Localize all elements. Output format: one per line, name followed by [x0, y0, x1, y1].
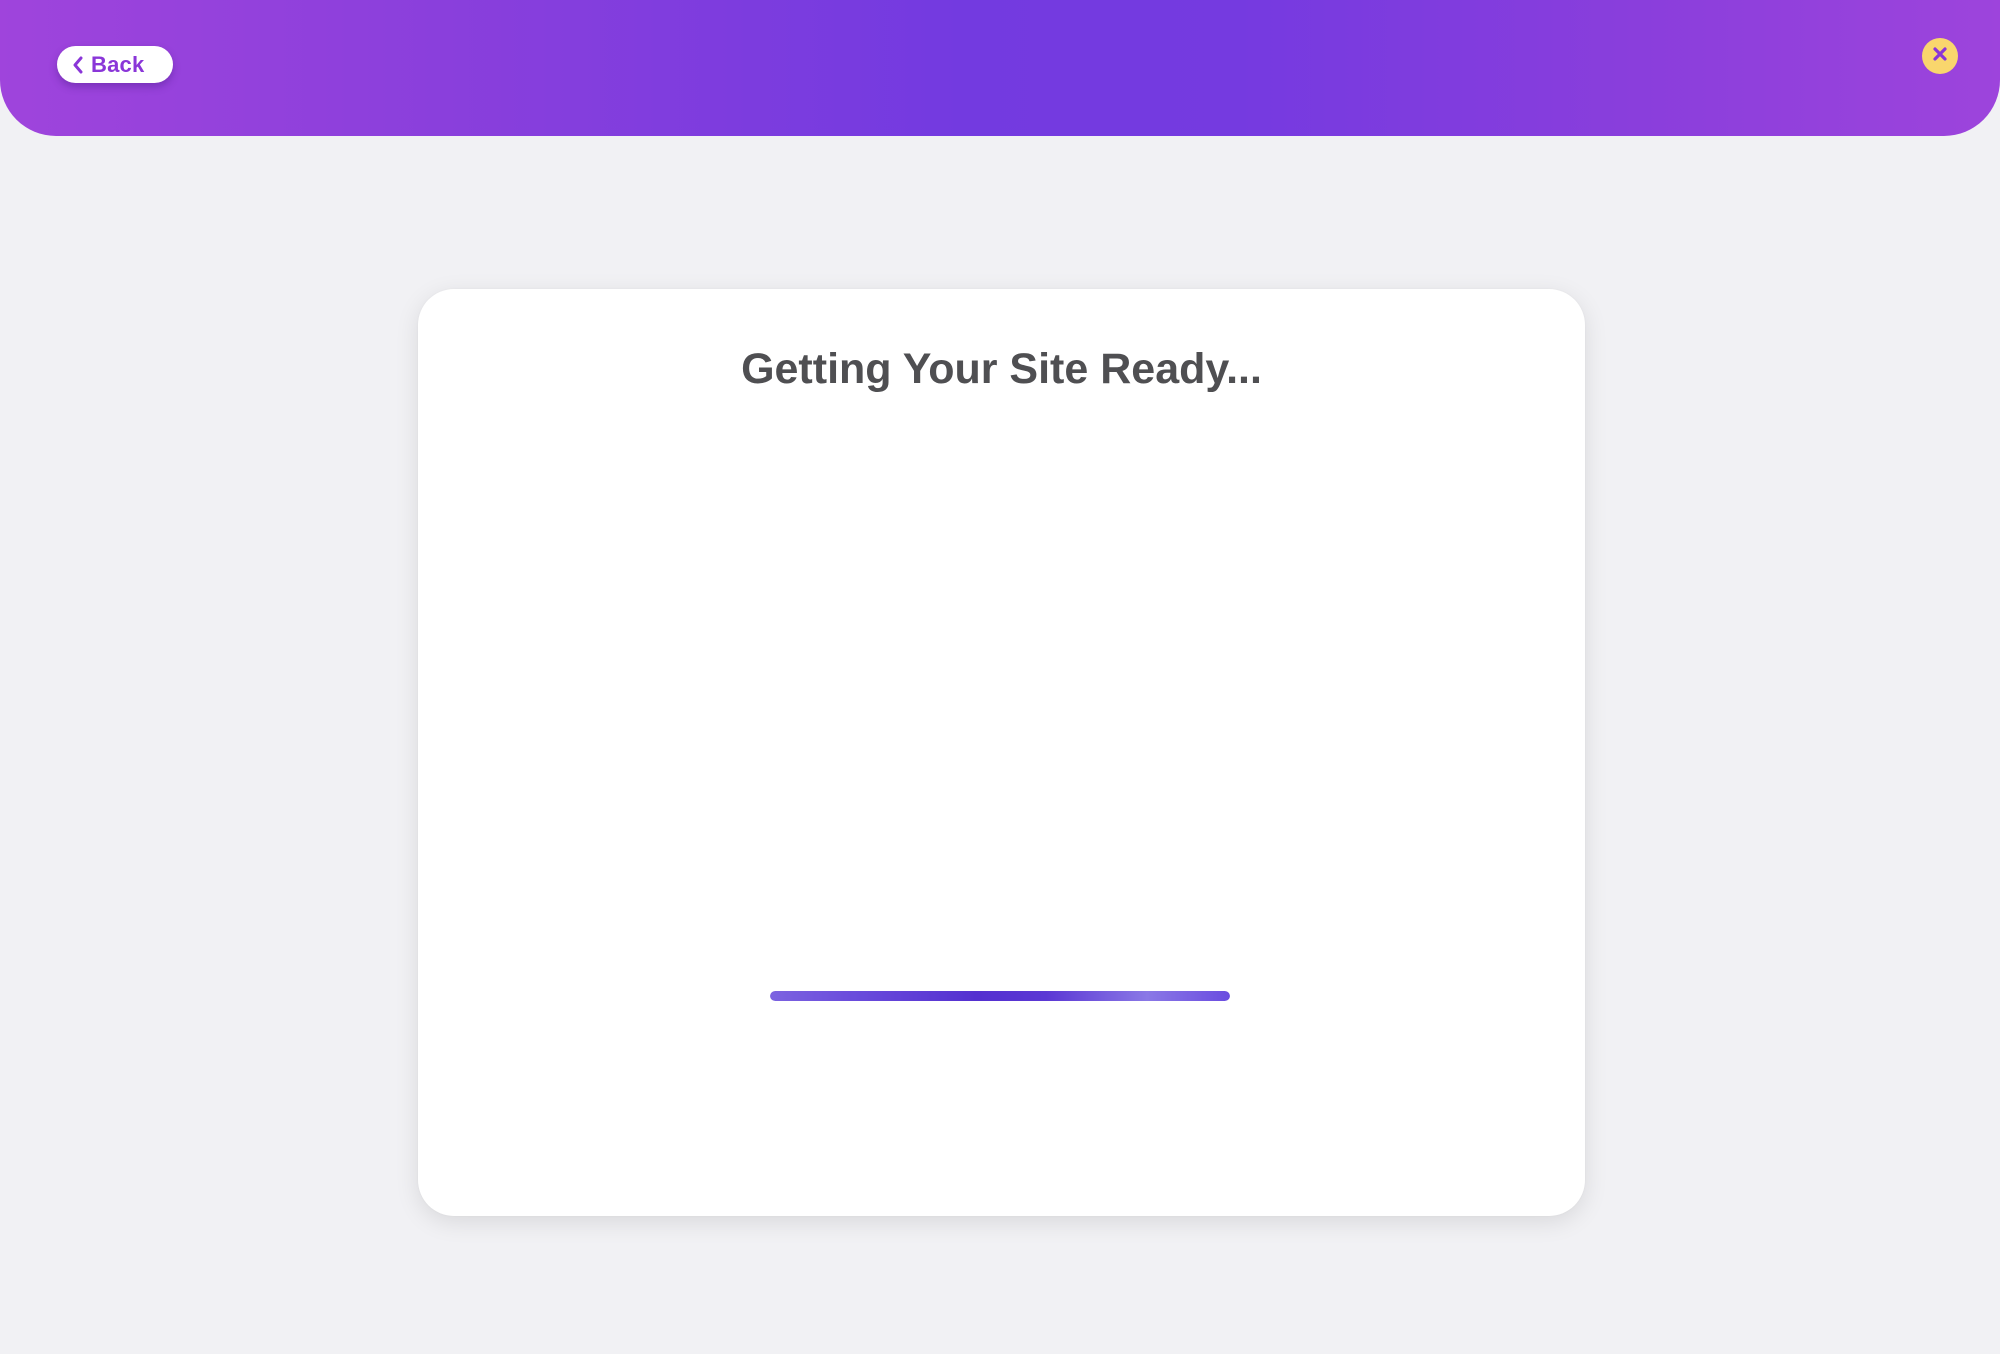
- progress-bar-fill: [770, 991, 1230, 1001]
- header-bar: Back: [0, 0, 2000, 136]
- close-icon: [1932, 46, 1948, 67]
- loading-card: Getting Your Site Ready...: [418, 289, 1585, 1216]
- progress-bar: [770, 991, 1230, 1001]
- card-title: Getting Your Site Ready...: [741, 345, 1262, 393]
- chevron-left-icon: [69, 54, 87, 76]
- close-button[interactable]: [1922, 38, 1958, 74]
- back-button-label: Back: [91, 51, 145, 77]
- back-button[interactable]: Back: [57, 46, 173, 83]
